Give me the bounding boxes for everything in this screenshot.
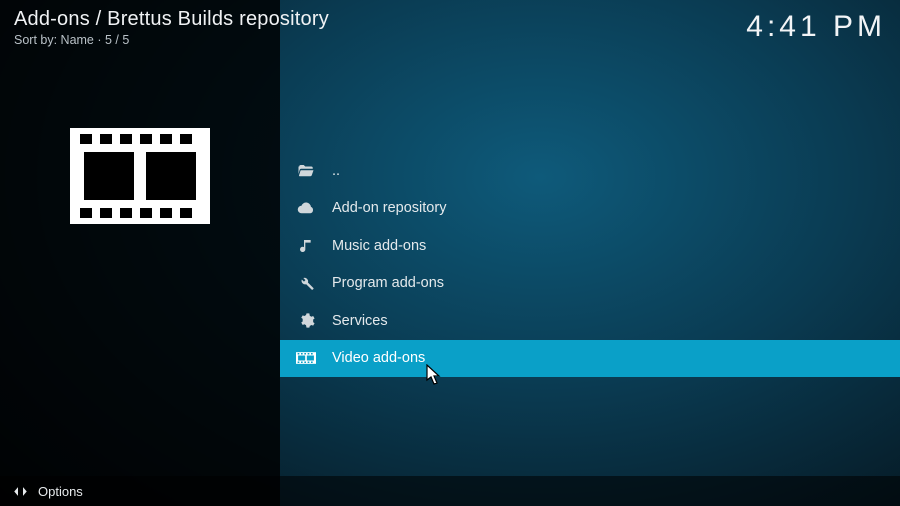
sort-indicator[interactable]: Sort by: Name · 5 / 5 <box>14 33 329 47</box>
category-film-icon <box>70 128 210 224</box>
options-label[interactable]: Options <box>38 484 83 499</box>
list-item-music-addons[interactable]: Music add-ons <box>280 227 900 265</box>
list-item-video-addons[interactable]: Video add-ons <box>280 340 900 378</box>
folder-open-icon <box>296 161 316 181</box>
list-item-program-addons[interactable]: Program add-ons <box>280 265 900 303</box>
list-item-label: Program add-ons <box>332 275 444 291</box>
options-icon[interactable] <box>12 483 28 499</box>
music-icon <box>296 236 316 256</box>
footer-bar: Options <box>0 476 900 506</box>
clock: 4:41 PM <box>746 10 886 44</box>
list-item-addon-repository[interactable]: Add-on repository <box>280 190 900 228</box>
gear-icon <box>296 311 316 331</box>
film-icon <box>296 348 316 368</box>
list-item-up[interactable]: .. <box>280 152 900 190</box>
header: Add-ons / Brettus Builds repository Sort… <box>14 8 886 47</box>
list-item-label: .. <box>332 163 340 179</box>
tools-icon <box>296 273 316 293</box>
list-item-label: Add-on repository <box>332 200 446 216</box>
cloud-icon <box>296 198 316 218</box>
addon-category-list: .. Add-on repository Music add-ons Progr… <box>280 152 900 377</box>
sidebar-panel <box>0 0 280 506</box>
list-item-label: Video add-ons <box>332 350 425 366</box>
list-item-label: Music add-ons <box>332 238 426 254</box>
page-title: Add-ons / Brettus Builds repository <box>14 8 329 31</box>
list-item-services[interactable]: Services <box>280 302 900 340</box>
list-item-label: Services <box>332 313 388 329</box>
